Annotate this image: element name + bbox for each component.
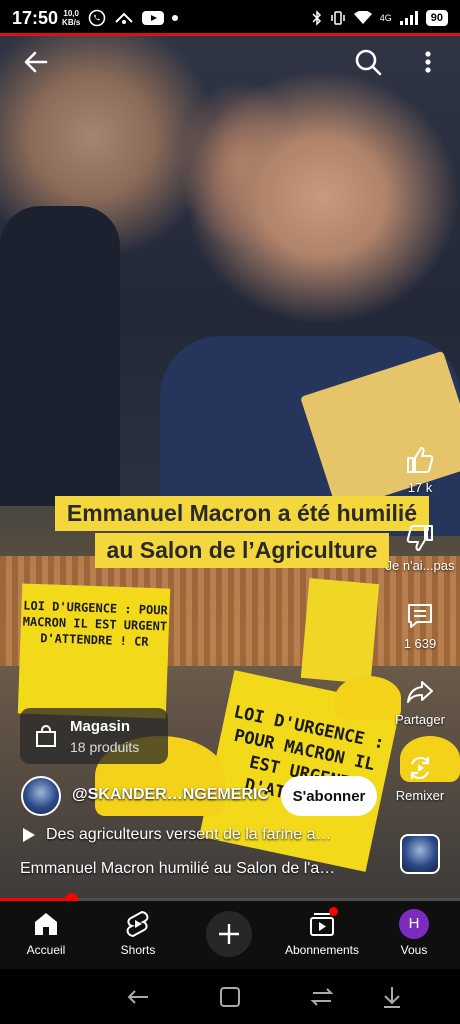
- whatsapp-icon: [88, 9, 106, 27]
- status-bar: 17:50 10,0 KB/s 4G 90: [0, 0, 460, 36]
- dislike-label: Je n'ai...pas: [385, 558, 455, 573]
- home-icon: [35, 913, 57, 935]
- related-video-title: Des agriculteurs versent de la farine a…: [46, 826, 332, 843]
- back-arrow-icon: [24, 51, 48, 73]
- nav-subscriptions-label: Abonnements: [284, 943, 360, 957]
- nav-you-label: Vous: [400, 943, 428, 957]
- signal-label: 4G: [379, 13, 392, 23]
- recents-icon[interactable]: [308, 983, 336, 1011]
- subscriptions-notification-dot: [329, 907, 338, 916]
- play-icon: [23, 828, 35, 842]
- share-label: Partager: [395, 712, 445, 727]
- youtube-icon: [142, 11, 165, 25]
- sound-thumbnail[interactable]: [400, 834, 440, 874]
- caption-line-1: Emmanuel Macron a été humilié: [54, 496, 430, 531]
- dislike-button[interactable]: Je n'ai...pas: [380, 522, 460, 573]
- search-button[interactable]: [352, 46, 384, 78]
- shop-subtitle: 18 produits: [70, 738, 140, 755]
- channel-name[interactable]: @SKANDER…NGEMERIC: [72, 786, 269, 804]
- bluetooth-icon: [312, 10, 321, 26]
- related-video-link[interactable]: Des agriculteurs versent de la farine a…: [22, 826, 382, 844]
- back-button[interactable]: [20, 46, 52, 78]
- remix-button[interactable]: Remixer: [380, 752, 460, 803]
- home-square-icon[interactable]: [216, 983, 244, 1011]
- like-icon: [407, 447, 434, 473]
- system-back-icon[interactable]: [124, 983, 152, 1011]
- channel-avatar[interactable]: [21, 776, 61, 816]
- more-vert-icon: [425, 51, 431, 73]
- vibrate-icon: [330, 11, 345, 25]
- dot-icon: [172, 15, 179, 21]
- shop-chip[interactable]: Magasin 18 produits: [20, 708, 168, 764]
- nav-home[interactable]: Accueil: [1, 909, 91, 957]
- shorts-icon: [126, 910, 149, 938]
- network-speed-value: 10,0: [63, 9, 79, 18]
- caption-line-2: au Salon de l’Agriculture: [94, 533, 390, 568]
- subscribe-button[interactable]: S'abonner: [281, 776, 377, 816]
- search-icon: [355, 49, 382, 76]
- plus-icon: [219, 924, 239, 944]
- down-arrow-icon[interactable]: [378, 983, 406, 1011]
- comments-button[interactable]: 1 639: [380, 600, 460, 651]
- comments-count: 1 639: [403, 636, 437, 651]
- video-title[interactable]: Emmanuel Macron humilié au Salon de l'a…: [20, 860, 390, 878]
- video-frame-person-left: [0, 206, 120, 506]
- status-time: 17:50: [12, 7, 59, 28]
- create-button[interactable]: [206, 911, 252, 957]
- battery-indicator: 90: [425, 10, 448, 26]
- nav-you[interactable]: H Vous: [369, 909, 459, 957]
- nav-home-label: Accueil: [26, 943, 66, 957]
- share-button[interactable]: Partager: [380, 676, 460, 727]
- nav-shorts[interactable]: Shorts: [93, 909, 183, 957]
- dislike-icon: [406, 525, 433, 551]
- protest-sign-middle: [300, 578, 380, 684]
- nav-shorts-label: Shorts: [120, 943, 156, 957]
- like-button[interactable]: 17 k: [380, 444, 460, 495]
- system-navigation-bar: [0, 969, 460, 1024]
- wifi-icon: [353, 11, 372, 24]
- network-icon: [115, 12, 133, 24]
- like-count: 17 k: [407, 480, 433, 495]
- user-avatar: H: [399, 909, 429, 939]
- network-speed-unit: KB/s: [62, 18, 81, 27]
- remix-label: Remixer: [395, 788, 445, 803]
- remix-icon: [410, 756, 430, 780]
- more-options-button[interactable]: [416, 46, 440, 78]
- share-icon: [407, 681, 433, 703]
- nav-subscriptions[interactable]: Abonnements: [277, 907, 367, 957]
- network-speed: 10,0 KB/s: [62, 9, 80, 27]
- shopping-bag-icon: [36, 725, 56, 747]
- signal-icon: [399, 11, 418, 25]
- shop-title: Magasin: [70, 717, 131, 735]
- bottom-navigation: Accueil Shorts Abonnements H Vous: [0, 901, 460, 969]
- comment-icon: [408, 604, 432, 628]
- protest-sign-left: LOI D'URGENCE : POUR MACRON IL EST URGEN…: [17, 583, 171, 719]
